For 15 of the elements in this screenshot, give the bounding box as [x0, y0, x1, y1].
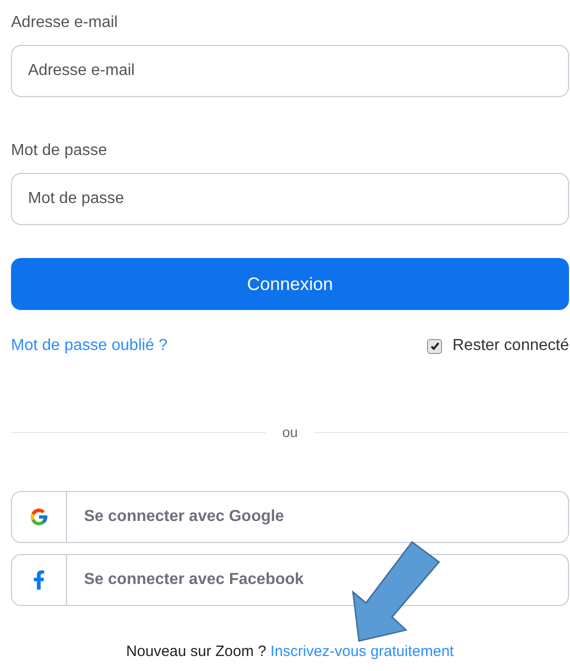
checkbox[interactable]: [427, 338, 442, 354]
check-icon: [430, 341, 440, 351]
login-button[interactable]: Connexion: [11, 258, 569, 310]
signup-prompt: Nouveau sur Zoom ? Inscrivez-vous gratuitement: [125, 642, 455, 662]
forgot-password-link[interactable]: Mot de passe oublié ?: [11, 334, 168, 358]
social-login-button[interactable]: Se connecter avec Google: [11, 491, 569, 543]
input-field[interactable]: Mot de passe: [11, 173, 569, 225]
google-logo-icon: [29, 507, 49, 527]
facebook-logo-icon: [33, 570, 45, 590]
field-label: Mot de passe: [11, 141, 108, 161]
field-label: Adresse e-mail: [11, 13, 119, 33]
checkbox-label: Rester connecté: [452, 336, 569, 356]
divider-text: ou: [282, 423, 298, 442]
signup-link[interactable]: Inscrivez-vous gratuitement: [270, 643, 454, 660]
input-field[interactable]: Adresse e-mail: [11, 45, 569, 97]
